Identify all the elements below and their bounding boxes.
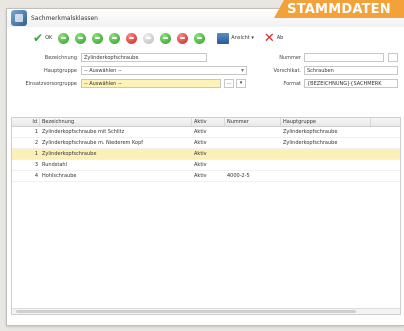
column-header-id[interactable]: Id (12, 118, 40, 126)
cancel-icon[interactable] (177, 32, 189, 44)
nummer-input[interactable] (304, 53, 384, 62)
first-record-icon[interactable] (58, 32, 70, 44)
refresh-icon[interactable] (194, 32, 206, 44)
einsatzgruppe-dropdown-button[interactable]: … (224, 79, 234, 88)
grid-header: Id Bezeichnung Aktiv Nummer Hauptgruppe (12, 118, 400, 127)
remove-record-icon[interactable] (126, 32, 138, 44)
next-record-icon[interactable] (92, 32, 104, 44)
nummer-action-button[interactable] (388, 53, 398, 62)
results-grid: Id Bezeichnung Aktiv Nummer Hauptgruppe … (11, 117, 401, 315)
column-header-bezeichnung[interactable]: Bezeichnung (40, 118, 192, 126)
check-icon: ✔ (33, 31, 44, 45)
einsatzgruppe-label: Einsatzvorsorgruppe (25, 81, 78, 87)
table-row[interactable]: 1 Zylinderkopfschraube mit Schlitz Aktiv… (12, 127, 400, 138)
delete-icon: ✕ (263, 30, 275, 46)
window: Sachmerkmalsklassen ✔ OK Ansicht ▾ ✕ Ab … (6, 8, 404, 326)
format-label: Format (283, 81, 301, 87)
hauptgruppe-select[interactable]: -- Auswählen -- (81, 66, 247, 75)
vorschlag-label: Vorschlkat. (273, 68, 301, 74)
nummer-label: Nummer (279, 55, 301, 61)
info-icon[interactable] (160, 32, 172, 44)
table-row[interactable]: 3 Rundstahl Aktiv (12, 160, 400, 171)
hauptgruppe-label: Hauptgruppe (44, 68, 77, 74)
column-header-aktiv[interactable]: Aktiv (192, 118, 225, 126)
previous-record-icon[interactable] (75, 32, 87, 44)
disabled-action-icon[interactable] (143, 32, 155, 44)
toolbar: ✔ OK Ansicht ▾ ✕ Ab (7, 27, 404, 49)
table-row-selected[interactable]: 1 Zylinderkopfschraube Aktiv (12, 149, 400, 160)
vorschlag-input[interactable]: Schrauben (304, 66, 398, 75)
einsatzgruppe-select[interactable]: -- Auswählen -- (81, 79, 221, 88)
horizontal-scrollbar[interactable] (12, 308, 400, 314)
view-icon (217, 32, 230, 44)
app-icon (11, 10, 27, 26)
bezeichnung-input[interactable]: Zylinderkopfschraube (81, 53, 207, 62)
column-header-nummer[interactable]: Nummer (225, 118, 281, 126)
format-input[interactable]: {BEZEICHNUNG}{SACHMERK (304, 79, 398, 88)
cut-button[interactable]: ✕ Ab (264, 32, 284, 45)
section-badge: STAMMDATEN (274, 0, 404, 18)
column-header-hauptgruppe[interactable]: Hauptgruppe (281, 118, 371, 126)
ok-button[interactable]: ✔ OK (33, 32, 52, 44)
add-record-icon[interactable] (109, 32, 121, 44)
view-button[interactable]: Ansicht ▾ (217, 32, 254, 44)
einsatzgruppe-chevron-icon[interactable]: ▾ (236, 79, 246, 88)
bezeichnung-label: Bezeichnung (44, 55, 77, 61)
window-title: Sachmerkmalsklassen (31, 14, 98, 22)
table-row[interactable]: 4 Hohlschraube Aktiv 4000-2-5 (12, 171, 400, 182)
table-row[interactable]: 2 Zylinderkopfschraube m. Niederem Kopf … (12, 138, 400, 149)
filter-form: Bezeichnung Zylinderkopfschraube Hauptgr… (7, 49, 404, 109)
